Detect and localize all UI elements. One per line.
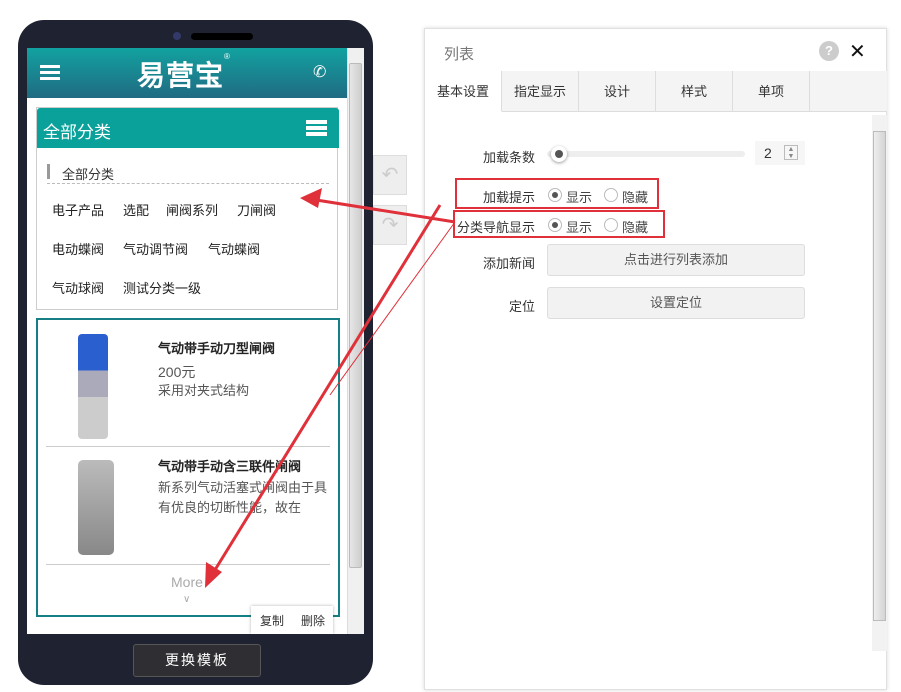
arrow-line bbox=[329, 221, 456, 396]
arrowhead-icon bbox=[300, 188, 322, 208]
annotation-arrows bbox=[205, 188, 456, 588]
arrow-line bbox=[208, 204, 442, 579]
arrowhead-icon bbox=[205, 562, 222, 588]
